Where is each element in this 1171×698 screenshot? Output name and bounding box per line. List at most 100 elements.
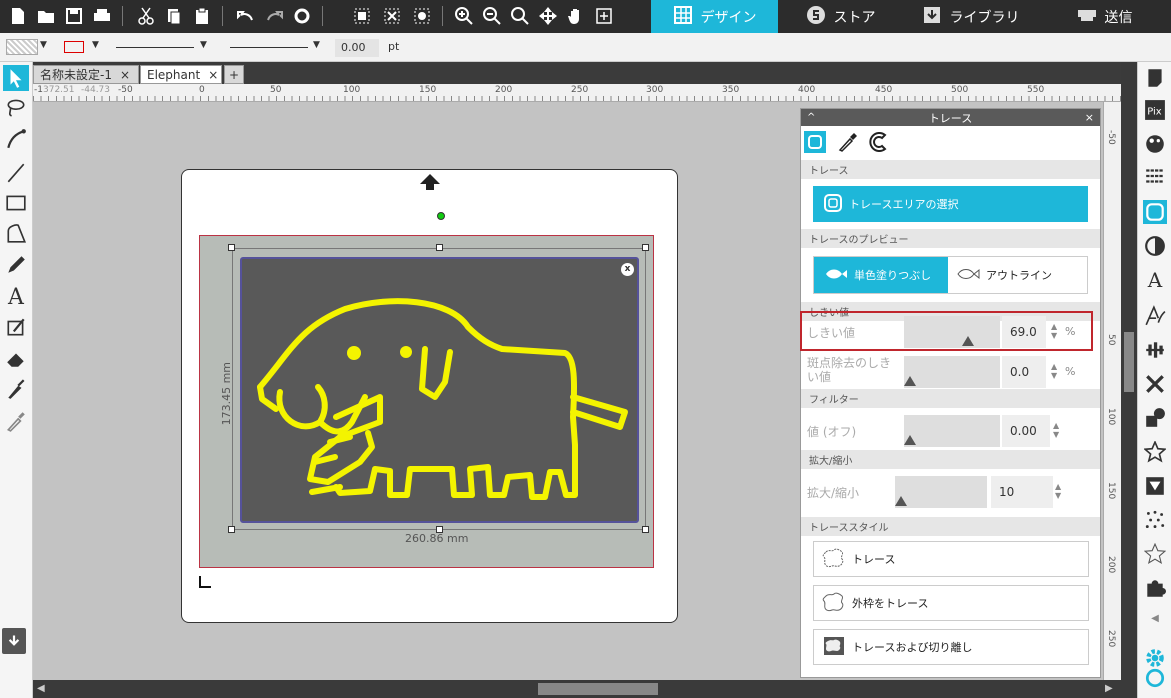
close-icon[interactable]: × (208, 68, 218, 82)
library-folder-icon[interactable] (2, 628, 26, 654)
trace-and-detach-button[interactable]: トレースおよび切り離し (813, 629, 1089, 665)
scale-spinner[interactable]: ▲ ▼ (1055, 482, 1061, 500)
group-icon[interactable] (350, 5, 374, 27)
tab-library[interactable]: ライブラリ (903, 0, 1038, 33)
slider-thumb[interactable] (904, 376, 916, 386)
tab-store[interactable]: ストア (778, 0, 903, 33)
text-on-path-icon[interactable] (1143, 304, 1167, 328)
line-corner-select[interactable] (230, 47, 308, 48)
print-icon[interactable] (90, 5, 114, 27)
slider-thumb[interactable] (895, 496, 907, 506)
rectangle-tool-icon[interactable] (3, 190, 29, 216)
scroll-left-icon[interactable]: ◀ (37, 683, 45, 694)
despeckle-spinner[interactable]: ▲ ▼ (1051, 362, 1057, 380)
threshold-input[interactable]: 69.0 (1002, 316, 1046, 348)
despeckle-slider[interactable] (904, 356, 1000, 388)
despeckle-input[interactable]: 0.0 (1002, 356, 1046, 388)
ungroup-icon[interactable] (380, 5, 404, 27)
slider-thumb[interactable] (904, 435, 916, 445)
close-icon[interactable]: × (1085, 111, 1094, 124)
eraser-tool-icon[interactable] (3, 346, 29, 372)
redo-icon[interactable] (262, 5, 286, 27)
trace-panel-icon[interactable] (1143, 200, 1167, 224)
new-file-icon[interactable] (6, 5, 30, 27)
paste-icon[interactable] (190, 5, 214, 27)
point-edit-tool-icon[interactable] (3, 126, 29, 152)
pan-hand-icon[interactable] (564, 5, 588, 27)
vertical-scroll-thumb[interactable] (1124, 332, 1134, 392)
knife-tool-icon[interactable] (3, 376, 29, 402)
offset-icon[interactable] (1143, 474, 1167, 498)
refresh-icon[interactable] (290, 5, 314, 27)
contrast-icon[interactable] (1143, 234, 1167, 258)
line-color-dropdown-icon[interactable]: ▼ (92, 40, 99, 50)
line-corner-dropdown-icon[interactable]: ▼ (313, 40, 320, 50)
tab-untitled[interactable]: 名称未設定-1 × (33, 65, 139, 84)
text-tool-icon[interactable]: A (3, 284, 29, 310)
scale-input[interactable]: 10 (991, 476, 1053, 508)
undo-icon[interactable] (234, 5, 258, 27)
vertical-scrollbar[interactable] (1121, 62, 1137, 680)
move-icon[interactable] (536, 5, 560, 27)
preview-outline-button[interactable]: アウトライン (948, 257, 1087, 293)
star-icon[interactable] (1143, 440, 1167, 464)
zoom-in-icon[interactable] (452, 5, 476, 27)
filter-slider[interactable] (904, 415, 1000, 447)
scroll-right-icon[interactable]: ▶ (1105, 683, 1113, 694)
save-icon[interactable] (62, 5, 86, 27)
text-style-icon[interactable]: A (1143, 268, 1167, 292)
filter-spinner[interactable]: ▲ ▼ (1053, 421, 1059, 439)
resize-handle[interactable] (642, 526, 649, 533)
magnet-tab-icon[interactable] (867, 131, 893, 156)
copy-icon[interactable] (162, 5, 186, 27)
trace-tab-icon[interactable] (804, 131, 826, 153)
tab-elephant[interactable]: Elephant × (140, 65, 222, 84)
lasso-tool-icon[interactable] (3, 94, 29, 120)
resize-handle[interactable] (642, 244, 649, 251)
preview-fill-button[interactable]: 単色塗りつぶし (814, 257, 948, 293)
rotate-handle[interactable] (437, 212, 445, 220)
threshold-spinner[interactable]: ▲ ▼ (1051, 322, 1057, 340)
cut-icon[interactable] (134, 5, 158, 27)
horizontal-scroll-thumb[interactable] (538, 683, 658, 695)
text-edit-tool-icon[interactable] (3, 314, 29, 340)
line-style-dropdown-icon[interactable]: ▼ (200, 40, 207, 50)
collapse-icon[interactable]: ^ (807, 112, 815, 123)
eyedropper-tool-icon[interactable] (3, 408, 29, 434)
eyedropper-tab-icon[interactable] (837, 131, 859, 156)
line-style-icon[interactable] (1143, 164, 1167, 188)
horizontal-scrollbar[interactable]: ◀ ▶ (33, 680, 1137, 698)
slider-thumb[interactable] (962, 336, 974, 346)
pixscan-icon[interactable]: Pix (1143, 98, 1167, 122)
tab-design[interactable]: デザイン (651, 0, 778, 33)
page-setup-icon[interactable] (1143, 66, 1167, 90)
line-width-input[interactable]: 0.00 (335, 39, 379, 57)
polygon-tool-icon[interactable] (3, 220, 29, 246)
line-tool-icon[interactable] (3, 160, 29, 186)
pencil-tool-icon[interactable] (3, 252, 29, 278)
trace-button[interactable]: トレース (813, 541, 1089, 577)
puzzle-icon[interactable] (1143, 576, 1167, 600)
add-tab-button[interactable]: + (224, 65, 244, 84)
fill-dropdown-icon[interactable]: ▼ (40, 40, 47, 50)
threshold-slider[interactable] (904, 316, 1000, 348)
star-outline-icon[interactable] (1143, 542, 1167, 566)
resize-handle[interactable] (436, 244, 443, 251)
compound-path-icon[interactable] (410, 5, 434, 27)
tab-send[interactable]: 送信 (1038, 0, 1171, 33)
select-trace-area-button[interactable]: トレースエリアの選択 (813, 186, 1088, 222)
sync-icon[interactable] (1143, 666, 1167, 690)
transform-icon[interactable] (1143, 372, 1167, 396)
close-icon[interactable]: × (120, 68, 130, 82)
resize-handle[interactable] (228, 244, 235, 251)
collapse-left-icon[interactable]: ◀ (1143, 606, 1167, 630)
align-icon[interactable] (1143, 338, 1167, 362)
trace-outer-edge-button[interactable]: 外枠をトレース (813, 585, 1089, 621)
zoom-fit-icon[interactable] (508, 5, 532, 27)
fill-panel-icon[interactable] (1143, 132, 1167, 156)
select-tool-icon[interactable] (3, 65, 29, 91)
line-style-select[interactable] (116, 47, 194, 48)
replicate-icon[interactable] (1143, 406, 1167, 430)
resize-handle[interactable] (436, 526, 443, 533)
resize-handle[interactable] (228, 526, 235, 533)
